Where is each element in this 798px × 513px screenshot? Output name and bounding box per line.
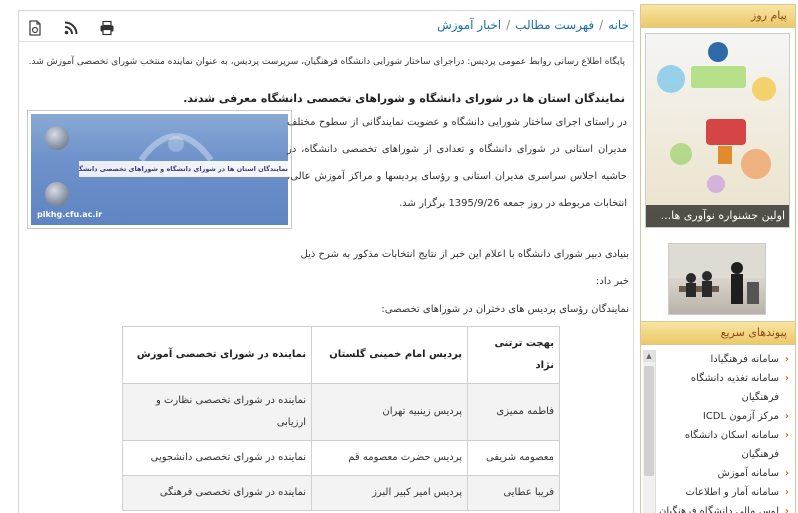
breadcrumb-separator: /: [506, 18, 511, 32]
emblem-icon: [45, 126, 69, 150]
table-cell: فاطمه ممیزی: [467, 383, 560, 441]
panel-title: پیوندهای سریع: [641, 322, 795, 345]
table-row: فریبا عطایی پردیس امیر کبیر البرز نمایند…: [121, 475, 560, 511]
news-photo[interactable]: [668, 243, 766, 315]
breadcrumb-home[interactable]: خانه: [608, 18, 629, 32]
table-header-cell: نماینده در شورای تخصصی آموزش: [121, 326, 313, 384]
poster-art-icon: [657, 42, 776, 193]
article-paragraph: در راستای اجرای ساختار شورایی دانشگاه و …: [287, 109, 627, 217]
table-cell: فریبا عطایی: [467, 475, 560, 511]
table-cell: پردیس زینبیه تهران: [311, 383, 469, 441]
table-cell: پردیس امیر کبیر البرز: [311, 475, 469, 511]
quick-links-panel: پیوندهای سریع سامانه فرهنگیادا سامانه تغ…: [640, 321, 796, 513]
print-icon[interactable]: [99, 20, 115, 36]
breadcrumb-category[interactable]: اخبار آموزش: [437, 18, 501, 32]
quick-link[interactable]: سامانه فرهنگیادا: [651, 350, 789, 369]
emblem-icon: [45, 182, 69, 206]
article-summary: پایگاه اطلاع رسانی روابط عمومی پردیس: در…: [28, 57, 625, 67]
breadcrumb-bar: خانه / فهرست مطالب / اخبار آموزش: [19, 11, 633, 42]
table-row: فاطمه ممیزی پردیس زینبیه تهران نماینده د…: [121, 383, 560, 441]
quick-link[interactable]: سامانه تغذیه دانشگاه فرهنگیان: [651, 369, 789, 407]
representatives-table: بهجت ترتنی نژاد پردیس امام خمینی گلستان …: [121, 326, 560, 511]
page: خانه / فهرست مطالب / اخبار آموزش پایگاه اطلا…: [0, 0, 798, 513]
banner-text: نمایندگان استان ها در شورای دانشگاه و شو…: [79, 161, 288, 177]
scroll-thumb[interactable]: [644, 366, 654, 476]
breadcrumb-list[interactable]: فهرست مطالب: [515, 18, 594, 32]
table-cell: نماینده در شورای تخصصی نظارت و ارزیابی: [121, 383, 313, 441]
table-header-row: بهجت ترتنی نژاد پردیس امام خمینی گلستان …: [121, 326, 560, 384]
logo-watermark-icon: [138, 133, 214, 162]
poster-caption[interactable]: اولین جشنواره نوآوری ها...: [646, 205, 789, 227]
banner-site: pikhg.cfu.ac.ir: [37, 210, 103, 219]
reps-heading: نمایندگان رؤسای پردیس های دختران در شورا…: [381, 304, 629, 315]
table-row: معصومه شریفی پردیس حضرت معصومه قم نمایند…: [121, 440, 560, 476]
photo-people-icon: [669, 244, 765, 304]
table-cell: پردیس حضرت معصومه قم: [311, 440, 469, 476]
main-content: خانه / فهرست مطالب / اخبار آموزش پایگاه اطلا…: [18, 10, 634, 513]
paragraph-text: در راستای اجرای ساختار شورایی دانشگاه و …: [287, 117, 627, 209]
poster-image[interactable]: اولین جشنواره نوآوری ها...: [645, 33, 790, 228]
breadcrumb: خانه / فهرست مطالب / اخبار آموزش: [437, 18, 629, 32]
table-cell: معصومه شریفی: [467, 440, 560, 476]
breadcrumb-separator: /: [599, 18, 604, 32]
pdf-icon[interactable]: [27, 19, 43, 36]
panel-title: پیام روز: [641, 5, 795, 28]
rss-icon[interactable]: [63, 20, 79, 36]
links-scrollbar[interactable]: ▲: [643, 350, 656, 513]
table-header-cell: بهجت ترتنی نژاد: [467, 326, 560, 384]
table-header-cell: پردیس امام خمینی گلستان: [311, 326, 469, 384]
quick-link[interactable]: سامانه آموزش: [651, 464, 790, 483]
article-paragraph: بنیادی دبیر شورای دانشگاه با اعلام این خ…: [289, 241, 629, 295]
article-banner: نمایندگان استان ها در شورای دانشگاه و شو…: [27, 110, 292, 229]
quick-link[interactable]: مرکز آزمون ICDL: [651, 407, 789, 426]
message-panel: پیام روز اولین جشنواره نوآوری ها...: [640, 4, 796, 331]
scroll-up-icon[interactable]: ▲: [643, 350, 655, 362]
article-headline: نمایندگان استان ها در شورای دانشگاه و شو…: [183, 92, 625, 105]
table-cell: نماینده در شورای تخصصی دانشجویی: [121, 440, 313, 476]
quick-links-list: سامانه فرهنگیادا سامانه تغذیه دانشگاه فر…: [651, 350, 789, 513]
quick-link[interactable]: لوس مالی دانشگاه فرهنگیان: [651, 502, 789, 513]
table-cell: نماینده در شورای تخصصی فرهنگی: [121, 475, 313, 511]
paragraph-text: بنیادی دبیر شورای دانشگاه با اعلام این خ…: [300, 249, 629, 287]
article-tools: [27, 17, 130, 36]
quick-link[interactable]: سامانه اسکان دانشگاه فرهنگیان: [651, 426, 789, 464]
sidebar: پیام روز اولین جشنواره نوآوری ها... پیون…: [640, 0, 798, 513]
quick-link[interactable]: سامانه آمار و اطلاعات: [651, 483, 789, 502]
